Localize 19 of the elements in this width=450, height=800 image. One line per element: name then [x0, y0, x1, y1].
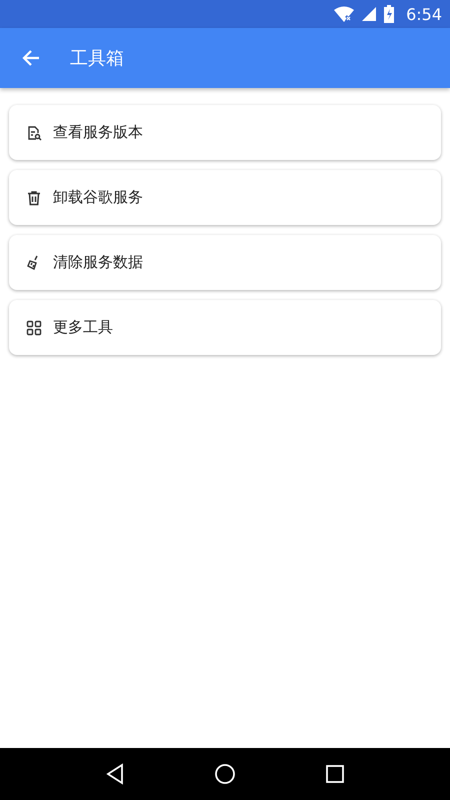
- home-icon[interactable]: [214, 763, 236, 785]
- signal-icon: [362, 7, 376, 21]
- trash-icon: [26, 190, 42, 206]
- tool-label: 清除服务数据: [53, 253, 143, 272]
- app-bar-title: 工具箱: [70, 47, 124, 70]
- tool-card[interactable]: 卸载谷歌服务: [9, 170, 441, 225]
- tool-card[interactable]: 查看服务版本: [9, 105, 441, 160]
- grid-icon: [26, 320, 42, 336]
- recents-icon[interactable]: [325, 764, 346, 784]
- tool-label: 查看服务版本: [53, 123, 143, 142]
- tool-card[interactable]: 清除服务数据: [9, 235, 441, 290]
- status-time: 6:54: [406, 4, 442, 24]
- wifi-off-icon: [334, 6, 354, 22]
- back-icon[interactable]: [104, 763, 125, 785]
- tool-label: 卸载谷歌服务: [53, 188, 143, 207]
- tool-label: 更多工具: [53, 318, 113, 337]
- document-search-icon: [26, 124, 42, 140]
- battery-charging-icon: [384, 5, 394, 23]
- tool-card[interactable]: 更多工具: [9, 300, 441, 355]
